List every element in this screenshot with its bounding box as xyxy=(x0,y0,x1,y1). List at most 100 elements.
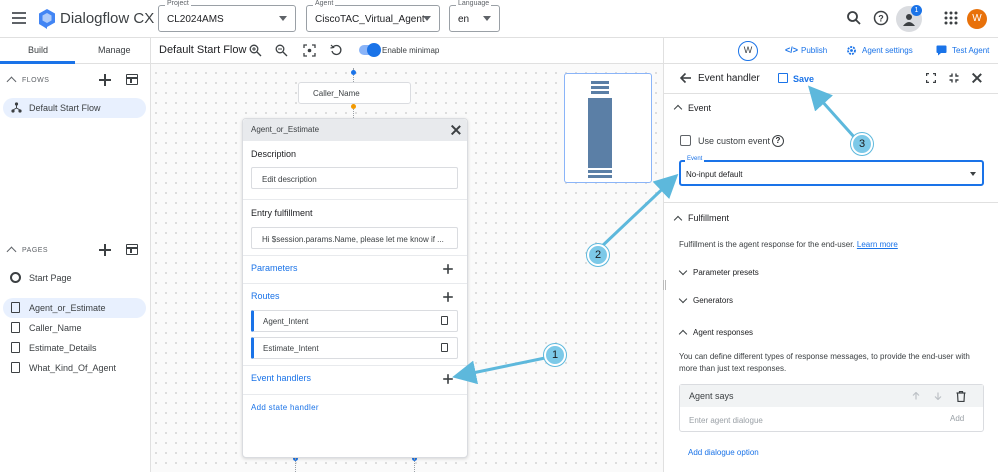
start-page-icon xyxy=(10,272,21,283)
sidebar-item-what-kind-of-agent[interactable]: What_Kind_Of_Agent xyxy=(3,358,146,378)
top-bar: Dialogflow CX Project CL2024AMS Agent Ci… xyxy=(0,0,998,38)
add-flow-icon[interactable] xyxy=(99,74,111,86)
close-icon[interactable] xyxy=(451,125,461,135)
sidebar-item-start-page[interactable]: Start Page xyxy=(3,268,146,288)
pages-table-icon[interactable] xyxy=(126,244,138,255)
menu-icon[interactable] xyxy=(12,12,26,24)
sidebar-item-flow[interactable]: Default Start Flow xyxy=(3,98,146,118)
page-icon xyxy=(11,322,20,333)
add-route-icon[interactable] xyxy=(443,292,453,302)
panel-resize-handle[interactable] xyxy=(663,280,666,290)
agent-responses-label: Agent responses xyxy=(693,328,754,337)
event-select[interactable]: Event No-input default xyxy=(679,156,984,186)
fulfillment-description: Fulfillment is the agent response for th… xyxy=(679,239,898,251)
route-item-estimate-intent[interactable]: Estimate_Intent xyxy=(251,337,458,359)
description-value: Edit description xyxy=(262,175,317,184)
test-agent-button[interactable]: Test Agent xyxy=(952,46,989,55)
add-page-icon[interactable] xyxy=(99,244,111,256)
divider xyxy=(243,365,467,366)
entry-fulfillment-field[interactable]: Hi $session.params.Name, please let me k… xyxy=(251,227,458,249)
minimap[interactable] xyxy=(564,73,652,183)
fullscreen-icon[interactable] xyxy=(926,73,936,83)
arrow-down-icon[interactable] xyxy=(934,392,942,400)
routes-link[interactable]: Routes xyxy=(251,291,280,301)
chevron-down-icon xyxy=(279,16,287,21)
app-title: Dialogflow CX xyxy=(60,10,155,27)
search-icon[interactable] xyxy=(846,10,862,26)
close-icon[interactable] xyxy=(972,73,982,83)
apps-grid-icon[interactable] xyxy=(943,10,959,26)
route-item-agent-intent[interactable]: Agent_Intent xyxy=(251,310,458,332)
publish-button[interactable]: Publish xyxy=(801,46,827,55)
zoom-in-icon[interactable] xyxy=(249,44,262,57)
sidebar-item-caller-name[interactable]: Caller_Name xyxy=(3,318,146,338)
generators-label[interactable]: Generators xyxy=(693,296,733,305)
route-label: Agent_Intent xyxy=(263,317,309,326)
add-state-handler-link[interactable]: Add state handler xyxy=(251,403,319,412)
chevron-up-icon[interactable] xyxy=(6,76,17,87)
use-custom-event-checkbox[interactable] xyxy=(680,135,691,146)
page-icon xyxy=(11,362,20,373)
agent-dialogue-input[interactable]: Enter agent dialogue xyxy=(689,416,763,425)
chevron-down-icon[interactable] xyxy=(678,266,688,276)
add-dialogue-button[interactable]: Add xyxy=(950,414,964,423)
connector-dot xyxy=(351,70,356,75)
chevron-up-icon[interactable] xyxy=(673,215,683,225)
minimap-node xyxy=(588,170,612,173)
add-event-handler-icon[interactable] xyxy=(443,374,453,384)
sidebar-item-agent-or-estimate[interactable]: Agent_or_Estimate xyxy=(3,298,146,318)
code-icon: </> xyxy=(785,45,799,55)
project-select-label: Project xyxy=(165,0,191,7)
project-select[interactable]: Project CL2024AMS xyxy=(158,0,296,32)
language-select[interactable]: Language en xyxy=(449,0,500,32)
divider xyxy=(243,394,467,395)
learn-more-link[interactable]: Learn more xyxy=(857,240,898,249)
parameter-presets-label[interactable]: Parameter presets xyxy=(693,268,759,277)
flows-table-icon[interactable] xyxy=(126,74,138,85)
page-icon xyxy=(11,302,20,313)
save-button[interactable]: Save xyxy=(793,74,814,84)
document-icon[interactable] xyxy=(441,316,448,325)
description-field[interactable]: Edit description xyxy=(251,167,458,189)
divider xyxy=(243,255,467,256)
sidebar-item-estimate-details[interactable]: Estimate_Details xyxy=(3,338,146,358)
route-label: Estimate_Intent xyxy=(263,344,319,353)
reset-view-icon[interactable] xyxy=(330,44,343,57)
tab-build[interactable]: Build xyxy=(28,45,48,55)
add-parameter-icon[interactable] xyxy=(443,264,453,274)
fit-view-icon[interactable] xyxy=(303,44,316,57)
flow-connector xyxy=(295,458,296,472)
user-avatar[interactable]: W xyxy=(967,9,987,29)
add-dialogue-option-link[interactable]: Add dialogue option xyxy=(688,447,759,459)
chevron-up-icon[interactable] xyxy=(678,329,688,339)
event-handlers-link[interactable]: Event handlers xyxy=(251,373,311,383)
left-sidebar: Build Manage FLOWS Default Start Flow PA… xyxy=(0,38,151,472)
arrow-back-icon[interactable] xyxy=(680,72,692,84)
event-section-title: Event xyxy=(688,103,712,113)
parameters-link[interactable]: Parameters xyxy=(251,263,298,273)
flow-node-caller-name[interactable]: Caller_Name xyxy=(298,82,411,104)
chevron-down-icon[interactable] xyxy=(678,294,688,304)
collapse-icon[interactable] xyxy=(949,73,959,83)
page-card-title: Agent_or_Estimate xyxy=(251,125,320,134)
agent-select[interactable]: Agent CiscoTAC_Virtual_Agent xyxy=(306,0,440,32)
help-icon[interactable]: ? xyxy=(873,10,889,26)
arrow-up-icon[interactable] xyxy=(912,392,920,400)
chat-icon xyxy=(936,45,947,56)
agent-settings-button[interactable]: Agent settings xyxy=(862,46,913,55)
zoom-out-icon[interactable] xyxy=(275,44,288,57)
trash-icon[interactable] xyxy=(956,391,966,402)
minimap-toggle[interactable] xyxy=(359,43,381,57)
minimap-node xyxy=(591,91,609,94)
user-chip[interactable]: W xyxy=(738,41,758,61)
help-icon[interactable]: ? xyxy=(772,135,784,147)
chevron-down-icon xyxy=(483,16,491,21)
entry-fulfillment-label: Entry fulfillment xyxy=(251,208,313,218)
sidebar-item-label: Default Start Flow xyxy=(29,103,101,113)
document-icon[interactable] xyxy=(441,343,448,352)
language-select-label: Language xyxy=(456,0,492,7)
tab-manage[interactable]: Manage xyxy=(98,45,131,55)
chevron-up-icon[interactable] xyxy=(6,246,17,257)
chevron-up-icon[interactable] xyxy=(673,104,683,114)
sidebar-tabs: Build Manage xyxy=(0,38,151,64)
